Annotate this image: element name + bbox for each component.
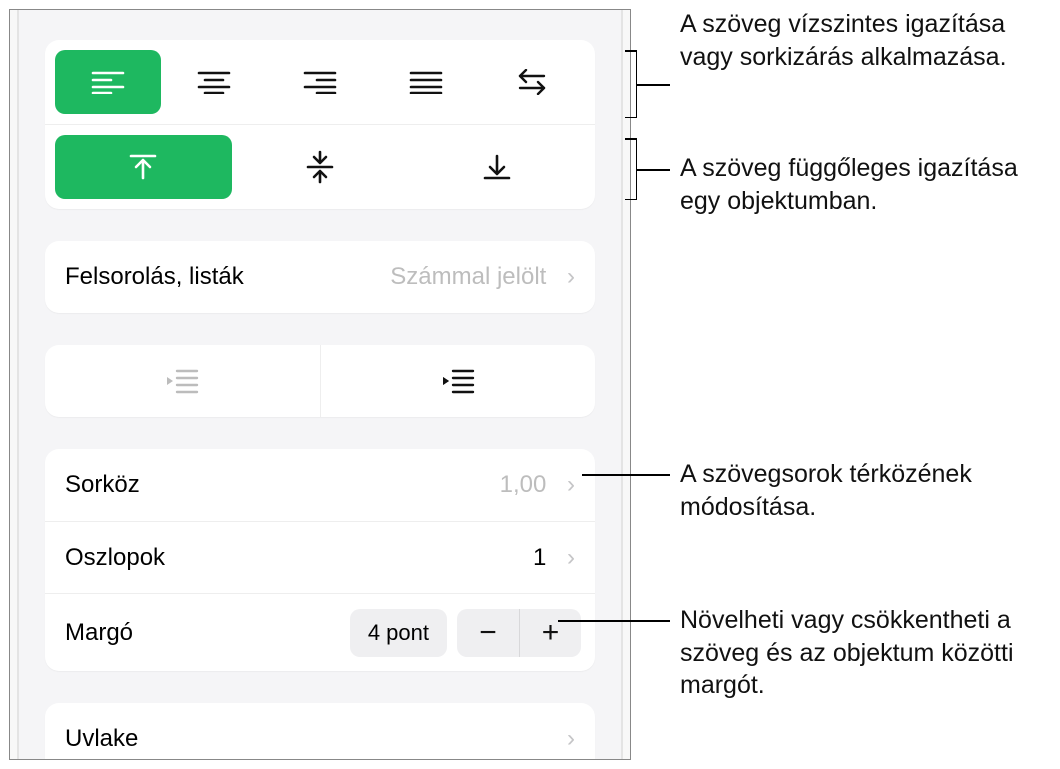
margin-stepper: − + — [457, 609, 581, 657]
chevron-right-icon: › — [567, 471, 575, 498]
callout-line-spacing: A szövegsorok térközének módosítása. — [680, 458, 1060, 523]
callout-leader — [558, 620, 670, 622]
valign-middle-icon — [305, 150, 335, 184]
format-panel: Felsorolás, listák Számmal jelölt › — [9, 9, 631, 760]
paragraph-card: Sorköz 1,00 › Oszlopok 1 › Margó 4 pont — [45, 449, 595, 671]
alignment-card — [45, 40, 595, 209]
margin-row: Margó 4 pont − + — [45, 593, 595, 671]
bullets-value: Számmal jelölt — [390, 263, 546, 290]
align-auto-button[interactable] — [479, 50, 585, 114]
callout-leader — [636, 169, 670, 171]
align-right-button[interactable] — [267, 50, 373, 114]
valign-top-icon — [128, 152, 158, 182]
margin-decrease-button[interactable]: − — [457, 609, 519, 657]
callout-leader — [636, 84, 670, 86]
valign-bottom-button[interactable] — [408, 135, 585, 199]
uvlake-card: Uvlake › — [45, 703, 595, 760]
columns-label: Oszlopok — [65, 544, 165, 572]
columns-value: 1 — [533, 544, 546, 571]
align-left-button[interactable] — [55, 50, 161, 114]
panel-scroll-area: Felsorolás, listák Számmal jelölt › — [17, 10, 623, 759]
valign-middle-button[interactable] — [232, 135, 409, 199]
indent-icon — [441, 368, 475, 394]
align-center-icon — [197, 70, 231, 94]
bullets-lists-row[interactable]: Felsorolás, listák Számmal jelölt › — [45, 241, 595, 313]
valign-bottom-icon — [482, 152, 512, 182]
callout-horizontal-align: A szöveg vízszintes igazítása vagy sorki… — [680, 8, 1060, 73]
horizontal-align-row — [45, 40, 595, 125]
align-auto-icon — [514, 69, 550, 95]
line-spacing-row[interactable]: Sorköz 1,00 › — [45, 449, 595, 521]
bullets-label: Felsorolás, listák — [65, 263, 244, 291]
margin-label: Margó — [65, 619, 350, 647]
align-left-icon — [91, 70, 125, 94]
margin-value[interactable]: 4 pont — [350, 609, 447, 657]
uvlake-label: Uvlake — [65, 725, 138, 753]
align-right-icon — [303, 70, 337, 94]
columns-row[interactable]: Oszlopok 1 › — [45, 521, 595, 593]
callout-vertical-align: A szöveg függőleges igazítása egy objekt… — [680, 152, 1060, 217]
valign-top-button[interactable] — [55, 135, 232, 199]
align-justify-icon — [409, 70, 443, 94]
outdent-icon — [165, 368, 199, 394]
bullets-card: Felsorolás, listák Számmal jelölt › — [45, 241, 595, 313]
chevron-right-icon: › — [567, 725, 575, 753]
align-justify-button[interactable] — [373, 50, 479, 114]
callout-leader — [582, 474, 670, 476]
margin-increase-button[interactable]: + — [519, 609, 581, 657]
indent-card — [45, 345, 595, 417]
chevron-right-icon: › — [567, 544, 575, 571]
indent-button[interactable] — [320, 345, 596, 417]
callout-margin: Növelheti vagy csökkentheti a szöveg és … — [680, 604, 1060, 702]
outdent-button[interactable] — [45, 345, 320, 417]
vertical-align-row — [45, 125, 595, 209]
chevron-right-icon: › — [567, 263, 575, 290]
minus-icon: − — [479, 616, 497, 650]
spacing-value: 1,00 — [500, 471, 547, 498]
plus-icon: + — [542, 616, 560, 650]
align-center-button[interactable] — [161, 50, 267, 114]
uvlake-row[interactable]: Uvlake › — [45, 703, 595, 760]
spacing-label: Sorköz — [65, 471, 140, 499]
